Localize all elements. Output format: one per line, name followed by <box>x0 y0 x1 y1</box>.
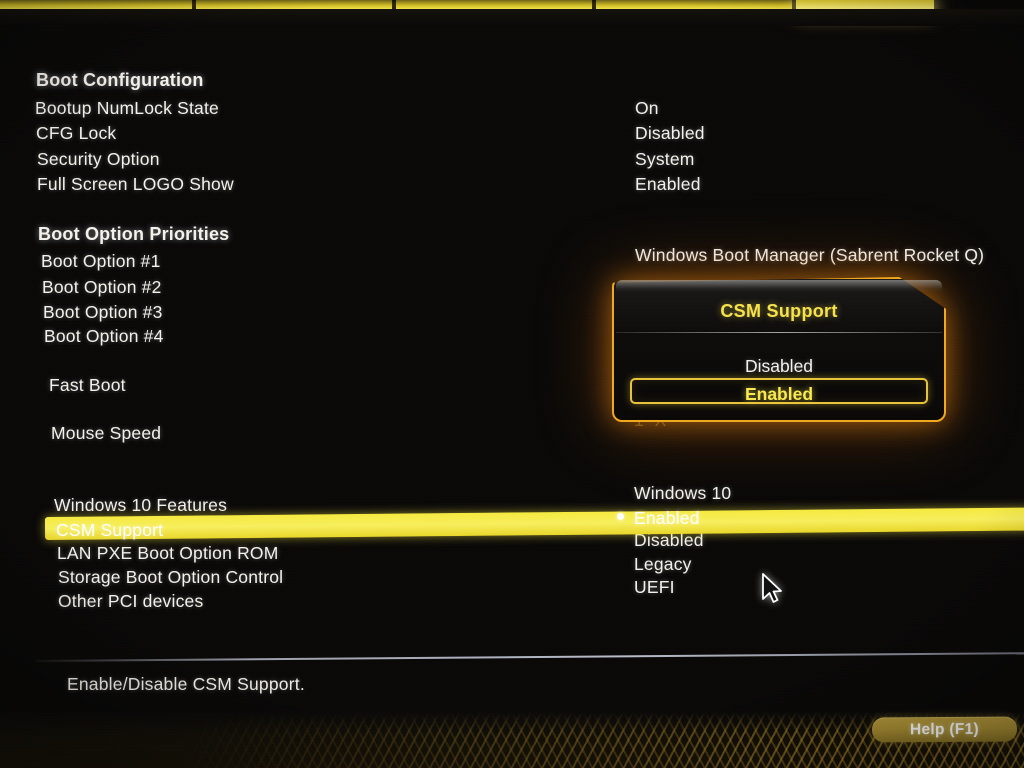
setting-label-mouse-speed[interactable]: Mouse Speed <box>51 423 161 444</box>
setting-label-boot-option-1[interactable]: Boot Option #1 <box>41 251 161 272</box>
setting-value-storage-boot-option-control[interactable]: Legacy <box>634 554 692 575</box>
setting-value-bootup-numlock-state[interactable]: On <box>635 98 659 119</box>
dialog-title: CSM Support <box>720 301 838 321</box>
setting-label-other-pci-devices[interactable]: Other PCI devices <box>58 591 203 612</box>
dialog-option-enabled[interactable]: Enabled <box>612 384 946 405</box>
help-description: Enable/Disable CSM Support. <box>67 674 305 694</box>
setting-label-csm-support-selected[interactable]: CSM Support <box>56 520 163 541</box>
setting-label-storage-boot-option-control[interactable]: Storage Boot Option Control <box>58 567 283 588</box>
top-tab-strip <box>0 0 1024 26</box>
setting-value-boot-option-1[interactable]: Windows Boot Manager (Sabrent Rocket Q) <box>635 245 984 266</box>
csm-support-dialog: CSM Support Disabled Enabled <box>612 277 946 422</box>
radio-dot-icon <box>617 513 624 520</box>
tab-2[interactable] <box>196 0 392 9</box>
dialog-title-bar-sheen <box>616 280 942 292</box>
help-divider <box>35 652 1024 662</box>
dialog-option-disabled[interactable]: Disabled <box>612 356 946 377</box>
tab-4[interactable] <box>596 0 792 9</box>
setting-label-lan-pxe-boot-option-rom[interactable]: LAN PXE Boot Option ROM <box>57 543 279 564</box>
tab-1[interactable] <box>0 0 192 9</box>
setting-value-full-screen-logo-show[interactable]: Enabled <box>635 174 701 195</box>
setting-label-security-option[interactable]: Security Option <box>37 149 160 170</box>
setting-value-security-option[interactable]: System <box>635 149 695 170</box>
help-button[interactable]: Help (F1) <box>871 716 1018 743</box>
setting-label-boot-option-3[interactable]: Boot Option #3 <box>43 302 163 323</box>
setting-label-fast-boot[interactable]: Fast Boot <box>49 375 126 396</box>
setting-label-boot-option-2[interactable]: Boot Option #2 <box>42 277 162 298</box>
footer-bar <box>0 712 1024 768</box>
section-heading-boot-option-priorities: Boot Option Priorities <box>38 224 230 244</box>
setting-value-other-pci-devices[interactable]: UEFI <box>634 577 675 598</box>
setting-label-full-screen-logo-show[interactable]: Full Screen LOGO Show <box>37 174 234 195</box>
bios-setup-screen: Boot Configuration Bootup NumLock State … <box>0 0 1024 768</box>
setting-value-csm-support-selected[interactable]: Enabled <box>634 508 700 529</box>
tab-strip-background <box>0 9 1024 26</box>
setting-label-windows-10-features[interactable]: Windows 10 Features <box>54 495 227 516</box>
section-heading-boot-configuration: Boot Configuration <box>36 70 204 90</box>
setting-label-bootup-numlock-state[interactable]: Bootup NumLock State <box>35 98 219 119</box>
setting-label-cfg-lock[interactable]: CFG Lock <box>36 123 116 144</box>
footer-texture <box>0 712 1024 768</box>
tab-3[interactable] <box>396 0 592 9</box>
dialog-divider <box>616 332 942 333</box>
setting-value-cfg-lock[interactable]: Disabled <box>635 123 705 144</box>
setting-value-windows-10-features[interactable]: Windows 10 <box>634 483 731 504</box>
mouse-cursor-icon <box>762 573 782 603</box>
setting-label-boot-option-4[interactable]: Boot Option #4 <box>44 326 164 347</box>
